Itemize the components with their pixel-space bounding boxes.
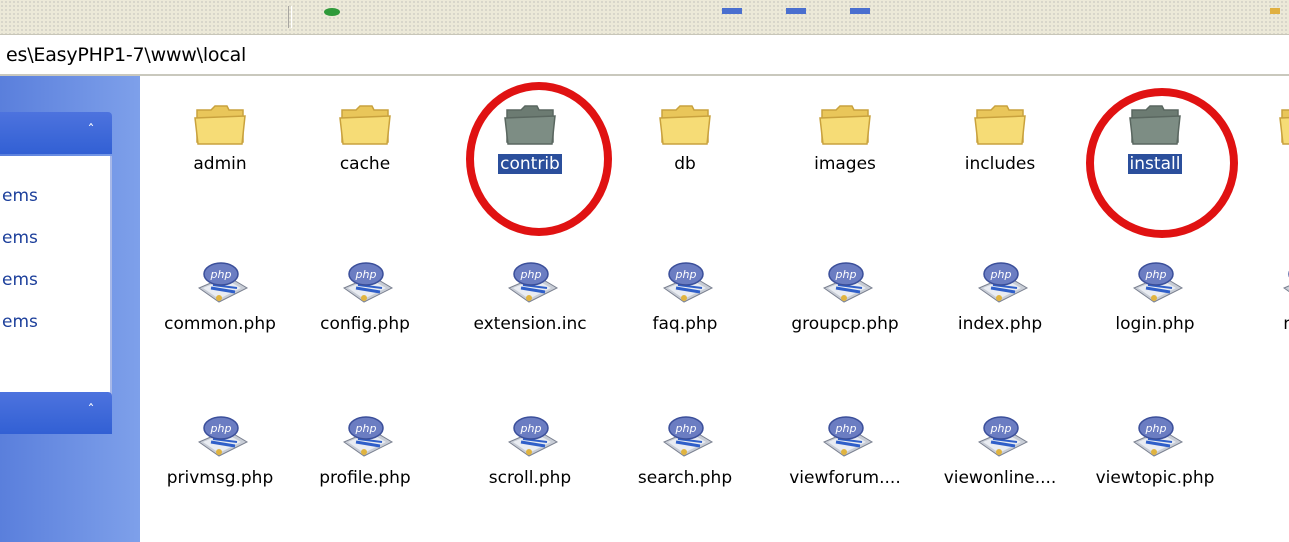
folder-icon — [1235, 100, 1289, 148]
file-label: groupcp.php — [791, 314, 899, 334]
php-file-icon: php — [775, 412, 915, 462]
svg-text:php: php — [675, 268, 697, 281]
php-file-icon: php — [1085, 412, 1225, 462]
php-file-icon: php — [615, 258, 755, 308]
folder-label: cache — [339, 154, 391, 174]
php-file-icon: php — [150, 258, 290, 308]
file-item[interactable]: php profile.php — [295, 412, 435, 488]
file-item[interactable]: php groupcp.php — [775, 258, 915, 334]
svg-text:php: php — [675, 422, 697, 435]
address-path[interactable]: es\EasyPHP1-7\www\local — [6, 44, 246, 66]
file-label: viewforum.... — [789, 468, 901, 488]
php-file-icon: php — [150, 412, 290, 462]
file-item[interactable]: php common.php — [150, 258, 290, 334]
task-link[interactable]: ems — [2, 186, 38, 206]
folder-label: images — [814, 154, 876, 174]
toolbar-icon[interactable] — [324, 8, 340, 16]
folder-label: includes — [964, 154, 1036, 174]
folder-icon — [615, 100, 755, 148]
file-item[interactable]: php viewtopic.php — [1085, 412, 1225, 488]
toolbar-separator — [288, 6, 292, 28]
svg-text:php: php — [835, 422, 857, 435]
php-file-icon: php — [295, 258, 435, 308]
file-item[interactable]: php scroll.php — [460, 412, 600, 488]
svg-text:php: php — [210, 268, 232, 281]
file-label: index.php — [957, 314, 1043, 334]
task-link[interactable]: ems — [2, 228, 38, 248]
folder-icon — [295, 100, 435, 148]
file-item[interactable]: php viewonline.... — [930, 412, 1070, 488]
task-pane: ˆ ems ems ems ems ˆ — [0, 76, 140, 542]
file-item[interactable]: php extension.inc — [460, 258, 600, 334]
php-file-icon: php — [460, 258, 600, 308]
file-label: common.php — [164, 314, 276, 334]
file-item[interactable]: php viewforum.... — [775, 412, 915, 488]
toolbar-icon[interactable] — [722, 8, 742, 14]
file-label: faq.php — [652, 314, 718, 334]
folder-item[interactable]: includes — [930, 100, 1070, 174]
folder-label: admin — [193, 154, 247, 174]
task-panel-header[interactable]: ˆ — [0, 112, 112, 154]
file-label: viewtopic.php — [1095, 468, 1215, 488]
file-item[interactable]: php config.php — [295, 258, 435, 334]
file-label: config.php — [320, 314, 410, 334]
svg-text:php: php — [355, 422, 377, 435]
file-item[interactable]: php faq.php — [615, 258, 755, 334]
svg-text:php: php — [520, 422, 542, 435]
task-link[interactable]: ems — [2, 312, 38, 332]
folder-label: db — [674, 154, 696, 174]
svg-text:php: php — [990, 422, 1012, 435]
toolbar-icon[interactable] — [850, 8, 870, 14]
file-item[interactable]: php login.php — [1085, 258, 1225, 334]
folder-item[interactable]: admin — [150, 100, 290, 174]
chevron-up-icon[interactable]: ˆ — [80, 121, 102, 143]
folder-icon — [930, 100, 1070, 148]
toolbar-icon[interactable] — [786, 8, 806, 14]
file-item[interactable]: php index.php — [930, 258, 1070, 334]
php-file-icon: php — [775, 258, 915, 308]
folder-item[interactable]: db — [615, 100, 755, 174]
svg-text:php: php — [835, 268, 857, 281]
file-item[interactable]: php privmsg.php — [150, 412, 290, 488]
folder-item[interactable]: la — [1235, 100, 1289, 174]
svg-text:php: php — [210, 422, 232, 435]
svg-text:php: php — [1145, 422, 1167, 435]
file-label: mem — [1281, 314, 1289, 334]
folder-item[interactable]: images — [775, 100, 915, 174]
php-file-icon: php — [615, 412, 755, 462]
folder-item[interactable]: cache — [295, 100, 435, 174]
php-file-icon: php — [1085, 258, 1225, 308]
task-panel-body: ems ems ems ems — [0, 156, 112, 396]
php-file-icon: php — [930, 258, 1070, 308]
chevron-up-icon[interactable]: ˆ — [80, 401, 102, 423]
file-label: privmsg.php — [166, 468, 274, 488]
svg-text:php: php — [1145, 268, 1167, 281]
php-file-icon: php — [1235, 258, 1289, 308]
toolbar-icon[interactable] — [1270, 8, 1280, 14]
file-item[interactable]: php search.php — [615, 412, 755, 488]
php-file-icon: php — [930, 412, 1070, 462]
svg-text:php: php — [355, 268, 377, 281]
folder-icon — [775, 100, 915, 148]
task-panel-header[interactable]: ˆ — [0, 392, 112, 434]
svg-text:php: php — [990, 268, 1012, 281]
address-bar[interactable]: es\EasyPHP1-7\www\local — [0, 36, 1289, 76]
folder-icon — [150, 100, 290, 148]
file-label: viewonline.... — [943, 468, 1057, 488]
highlight-circle — [1086, 88, 1238, 238]
file-label: extension.inc — [473, 314, 587, 334]
svg-text:php: php — [520, 268, 542, 281]
toolbar — [0, 0, 1289, 35]
file-item[interactable]: php mem — [1235, 258, 1289, 334]
task-link[interactable]: ems — [2, 270, 38, 290]
php-file-icon: php — [295, 412, 435, 462]
file-label: scroll.php — [488, 468, 572, 488]
highlight-circle — [466, 82, 612, 236]
file-label: search.php — [637, 468, 733, 488]
php-file-icon: php — [460, 412, 600, 462]
file-label: login.php — [1115, 314, 1195, 334]
file-label: profile.php — [319, 468, 411, 488]
